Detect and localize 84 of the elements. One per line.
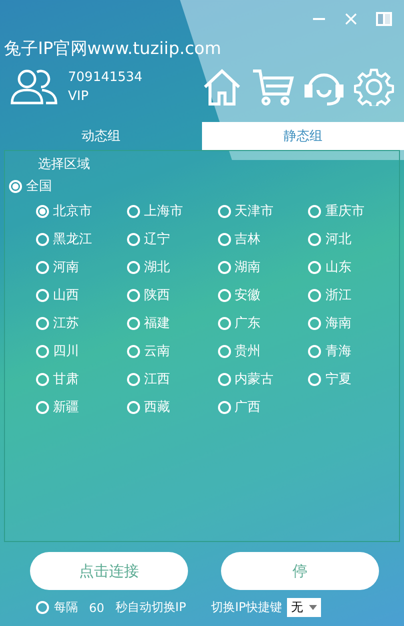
radio-icon[interactable]	[308, 260, 322, 274]
user-level: VIP	[68, 88, 90, 106]
radio-label[interactable]: 湖南	[234, 258, 260, 276]
radio-label[interactable]: 黑龙江	[53, 230, 92, 248]
interval-label: 秒自动切换IP	[115, 599, 186, 616]
home-icon[interactable]	[202, 68, 242, 106]
radio-icon[interactable]	[126, 372, 140, 386]
action-button[interactable]: 停	[221, 552, 379, 590]
radio-icon[interactable]	[126, 204, 140, 218]
radio-icon[interactable]	[126, 260, 140, 274]
radio-icon[interactable]	[126, 316, 140, 330]
tab[interactable]: 静态组	[202, 122, 404, 150]
radio-icon[interactable]	[218, 204, 230, 218]
radio-icon[interactable]	[218, 260, 230, 274]
radio-icon[interactable]	[218, 288, 230, 302]
radio-icon[interactable]	[126, 344, 140, 358]
radio-icon[interactable]	[308, 344, 322, 358]
hotkey-select[interactable]: 无	[286, 598, 321, 617]
action-button[interactable]: 点击连接	[30, 552, 188, 590]
caret-icon[interactable]	[308, 604, 317, 610]
radio-label[interactable]: 吉林	[234, 230, 260, 248]
radio-icon[interactable]	[126, 288, 140, 302]
radio-icon[interactable]	[36, 400, 49, 414]
radio-icon[interactable]	[308, 204, 322, 218]
radio-label[interactable]: 内蒙古	[234, 370, 274, 388]
radio-label[interactable]: 浙江	[325, 286, 352, 304]
radio-label[interactable]: 山东	[325, 258, 352, 276]
radio-label: 全国	[26, 178, 52, 195]
users-icon	[10, 67, 58, 107]
radio-label[interactable]: 江苏	[53, 314, 79, 332]
radio-icon[interactable]	[218, 232, 230, 246]
radio-label[interactable]: 贵州	[234, 342, 260, 360]
interval-value[interactable]: 60	[83, 600, 110, 614]
radio-icon[interactable]	[308, 316, 322, 330]
radio-label[interactable]: 甘肃	[53, 370, 79, 388]
radio-label[interactable]: 海南	[325, 314, 352, 332]
interval-label: 每隔	[54, 599, 78, 616]
radio-icon[interactable]	[218, 344, 230, 358]
radio-icon[interactable]	[308, 232, 322, 246]
radio-label[interactable]: 江西	[144, 370, 170, 388]
radio-label[interactable]: 安徽	[234, 286, 260, 304]
settings-icon[interactable]	[354, 68, 394, 106]
radio-icon[interactable]	[126, 232, 140, 246]
radio-label[interactable]: 上海市	[144, 202, 183, 220]
radio-icon[interactable]	[9, 180, 22, 192]
radio-icon[interactable]	[36, 288, 49, 302]
radio-label[interactable]: 湖北	[144, 258, 170, 276]
radio-icon[interactable]	[36, 372, 49, 386]
radio-icon[interactable]	[36, 344, 49, 358]
radio-label[interactable]: 西藏	[144, 398, 170, 416]
radio-option[interactable]: 全国	[5, 175, 399, 197]
user-id: 709141534	[68, 69, 142, 87]
cart-icon[interactable]	[252, 68, 294, 106]
radio-label[interactable]: 重庆市	[325, 202, 364, 220]
brand-title: 兔子IP官网www.tuziip.com	[3, 38, 222, 60]
radio-icon[interactable]	[218, 372, 230, 386]
radio-label[interactable]: 陕西	[144, 286, 170, 304]
radio-icon[interactable]	[308, 372, 322, 386]
radio-label[interactable]: 北京市	[53, 202, 92, 220]
radio-label[interactable]: 辽宁	[144, 230, 170, 248]
hotkey-label: 切换IP快捷键	[211, 599, 282, 616]
radio-icon[interactable]	[36, 260, 49, 274]
radio-label[interactable]: 四川	[53, 342, 79, 360]
radio-icon[interactable]	[126, 400, 140, 414]
radio-label[interactable]: 广东	[234, 314, 260, 332]
radio-icon[interactable]	[218, 400, 230, 414]
radio-label[interactable]: 宁夏	[325, 370, 352, 388]
radio-label[interactable]: 福建	[144, 314, 170, 332]
radio-label[interactable]: 云南	[144, 342, 170, 360]
radio-label[interactable]: 河南	[53, 258, 79, 276]
tab[interactable]: 动态组	[0, 122, 202, 150]
radio-label[interactable]: 青海	[325, 342, 352, 360]
radio-label[interactable]: 山西	[53, 286, 79, 304]
radio-label[interactable]: 天津市	[234, 202, 274, 220]
radio-label[interactable]: 新疆	[53, 398, 79, 416]
section-title: 选择区域	[37, 156, 91, 174]
radio-icon[interactable]	[36, 204, 49, 218]
radio-icon[interactable]	[36, 601, 49, 614]
radio-icon[interactable]	[308, 288, 322, 302]
radio-icon[interactable]	[218, 316, 230, 330]
radio-label[interactable]: 河北	[325, 230, 352, 248]
radio-icon[interactable]	[36, 316, 49, 330]
radio-icon[interactable]	[36, 232, 49, 246]
radio-label[interactable]: 广西	[234, 398, 260, 416]
